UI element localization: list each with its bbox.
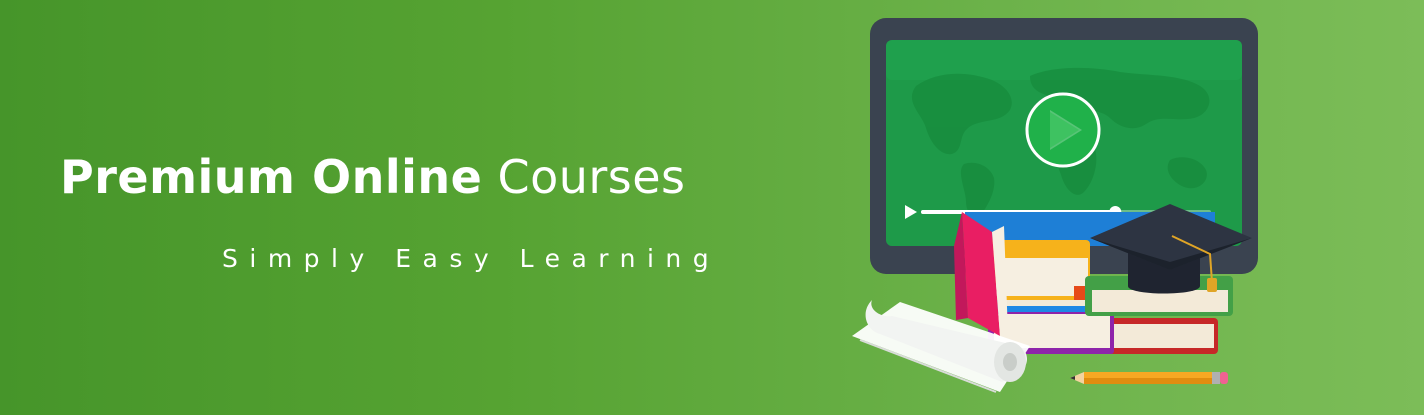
pencil-icon <box>1070 372 1228 384</box>
banner-title-light: Courses <box>497 150 686 204</box>
play-button[interactable] <box>1025 92 1101 168</box>
banner-tagline: Simply Easy Learning <box>222 244 721 273</box>
online-learning-illustration <box>852 18 1258 393</box>
hero-banner: Premium Online Courses Simply Easy Learn… <box>0 0 1424 415</box>
banner-title-strong: Premium Online <box>60 150 483 204</box>
banner-title: Premium Online Courses <box>60 150 686 204</box>
